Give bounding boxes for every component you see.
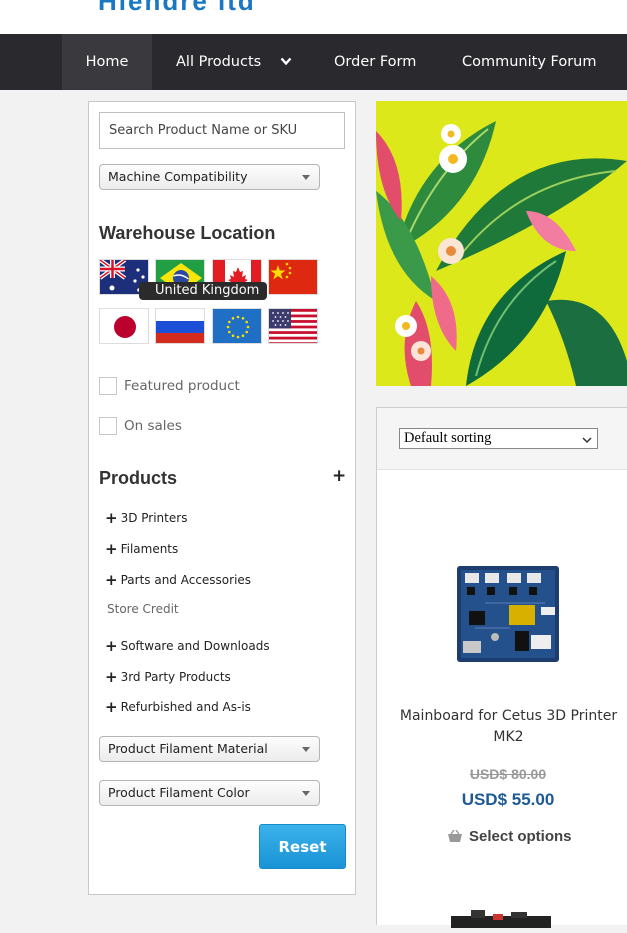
warehouse-title: Warehouse Location <box>99 223 276 243</box>
plus-icon: + <box>105 668 118 686</box>
filament-color-value: Product Filament Color <box>108 785 250 800</box>
category-filaments[interactable]: + Filaments <box>105 540 178 558</box>
flag-eu-icon[interactable] <box>212 308 262 344</box>
category-parts[interactable]: + Parts and Accessories <box>105 571 251 589</box>
filter-sidebar: Machine Compatibility Warehouse Location <box>88 101 356 895</box>
search-input[interactable] <box>99 112 345 149</box>
category-3rd-party[interactable]: +3rd Party Products <box>105 668 231 686</box>
nav-all-products-label: All Products <box>176 54 262 70</box>
on-sales-checkbox[interactable] <box>99 417 117 435</box>
machine-compatibility-select[interactable]: Machine Compatibility <box>99 164 320 190</box>
category-refurbished[interactable]: + Refurbished and As-is <box>105 698 251 716</box>
filament-material-value: Product Filament Material <box>108 741 268 756</box>
basket-icon <box>447 829 463 847</box>
chevron-down-icon <box>280 34 292 90</box>
featured-checkbox[interactable] <box>99 377 117 395</box>
nav-community-forum[interactable]: Community Forum <box>462 34 597 90</box>
product-price: USD$ 55.00 <box>461 790 555 809</box>
sorting-select[interactable]: Default sorting <box>399 428 598 449</box>
sorting-value: Default sorting <box>404 430 492 446</box>
nav-order-form[interactable]: Order Form <box>334 34 416 90</box>
product-listing: Default sorting Mainboard for Cetus 3D P… <box>376 407 627 928</box>
filament-material-select[interactable]: Product Filament Material <box>99 736 320 762</box>
filament-color-select[interactable]: Product Filament Color <box>99 780 320 806</box>
category-store-credit[interactable]: Store Credit <box>107 602 179 616</box>
reset-button[interactable]: Reset <box>259 824 346 869</box>
category-software[interactable]: + Software and Downloads <box>105 637 270 655</box>
nav-home[interactable]: Home <box>62 34 152 90</box>
plus-icon: + <box>105 571 118 589</box>
products-title: Products <box>99 468 178 488</box>
plus-icon: + <box>105 509 118 527</box>
site-logo[interactable]: Hiendre ltd <box>98 0 256 17</box>
main-navbar: Home All Products Order Form Community F… <box>0 34 627 90</box>
select-options-label: Select options <box>469 828 572 845</box>
expand-products-icon[interactable]: + <box>332 466 346 486</box>
category-3d-printers[interactable]: +3D Printers <box>105 509 187 527</box>
product-title[interactable]: Mainboard for Cetus 3D Printer MK2 <box>387 706 627 748</box>
promo-banner-image[interactable] <box>376 101 627 386</box>
sort-bar: Default sorting <box>377 408 627 470</box>
caret-down-icon <box>302 791 310 796</box>
flag-japan-icon[interactable] <box>99 308 149 344</box>
select-options-button[interactable]: Select options <box>447 828 572 847</box>
plus-icon: + <box>105 540 118 558</box>
on-sales-label[interactable]: On sales <box>124 418 182 434</box>
product-old-price: USD$ 80.00 <box>469 766 547 782</box>
plus-icon: + <box>105 637 118 655</box>
header-band: Hiendre ltd <box>0 0 627 34</box>
flag-russia-icon[interactable] <box>155 308 205 344</box>
machine-compatibility-value: Machine Compatibility <box>108 169 248 184</box>
flag-tooltip: United Kingdom <box>139 282 268 300</box>
chevron-down-icon <box>582 431 592 450</box>
caret-down-icon <box>302 175 310 180</box>
plus-icon: + <box>105 698 118 716</box>
featured-label[interactable]: Featured product <box>124 378 240 394</box>
product-image[interactable] <box>455 563 561 665</box>
next-product-image[interactable] <box>451 908 551 928</box>
caret-down-icon <box>302 747 310 752</box>
flag-usa-icon[interactable] <box>268 308 318 344</box>
flag-china-icon[interactable] <box>268 259 318 295</box>
nav-all-products[interactable]: All Products <box>176 34 292 90</box>
